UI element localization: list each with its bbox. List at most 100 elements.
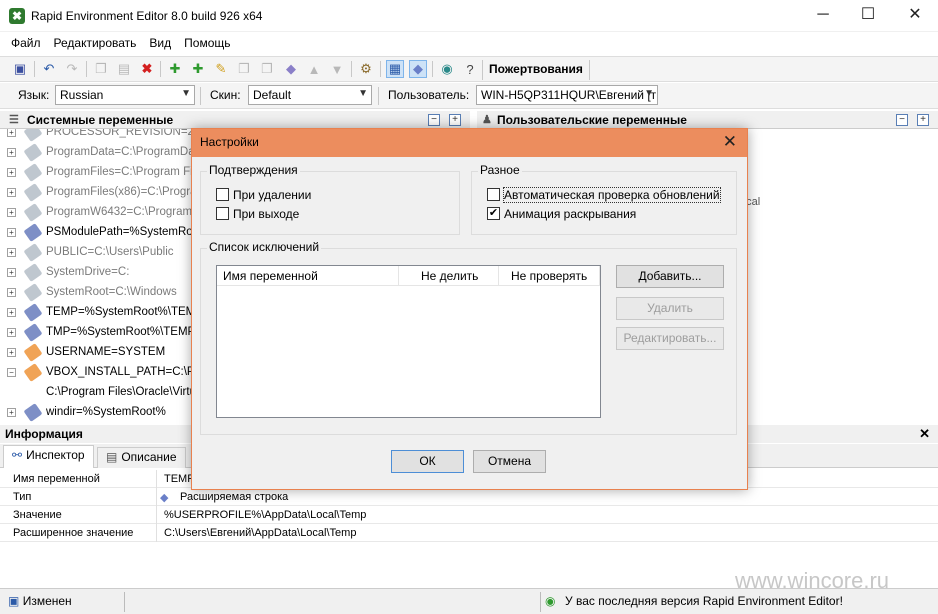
cancel-button[interactable]: Отмена <box>473 450 546 473</box>
tree-item[interactable]: − VBOX_INSTALL_PATH=C:\Program Files\Orac… <box>0 363 192 383</box>
tree-item[interactable]: + USERNAME=SYSTEM <box>0 343 192 363</box>
add-variable-icon[interactable]: ✚ <box>166 60 184 78</box>
undo-icon[interactable]: ↶ <box>40 60 58 78</box>
close-button[interactable]: ✕ <box>892 0 938 32</box>
tag-icon[interactable]: ◆ <box>282 60 300 78</box>
language-select[interactable]: Russian ▼ <box>55 85 195 105</box>
app-logo-icon: ✖ <box>9 7 25 24</box>
expand-toggle-icon[interactable]: + <box>7 308 16 317</box>
tab-description[interactable]: ▤ Описание <box>97 447 186 468</box>
menu-file[interactable]: Файл <box>0 36 49 50</box>
help-icon[interactable]: ? <box>461 60 479 78</box>
user-icon: ♟ <box>482 114 492 126</box>
expand-toggle-icon[interactable]: + <box>7 208 16 217</box>
expand-toggle-icon[interactable]: + <box>7 348 16 357</box>
expand-toggle-icon[interactable]: − <box>7 368 16 377</box>
tree-item[interactable]: + PROCESSOR_REVISION=2d07 <box>0 129 192 143</box>
delete-icon[interactable]: ✖ <box>138 60 156 78</box>
variable-tag-icon <box>23 283 43 302</box>
collapse-all-button[interactable]: − <box>428 114 440 126</box>
property-key: Расширенное значение <box>13 527 134 539</box>
dialog-close-button[interactable]: ✕ <box>723 132 737 152</box>
add-value-icon[interactable]: ✚ <box>189 60 207 78</box>
expand-toggle-icon[interactable]: + <box>7 288 16 297</box>
expand-toggle-icon[interactable]: + <box>7 148 16 157</box>
settings-gear-icon[interactable]: ⚙ <box>357 60 375 78</box>
info-panel-icon[interactable]: ▦ <box>386 60 404 78</box>
tag-view-icon[interactable]: ◆ <box>409 60 427 78</box>
tree-item[interactable]: + PSModulePath=%SystemRoot%\system32 <box>0 223 192 243</box>
globe-update-icon[interactable]: ◉ <box>438 60 456 78</box>
donate-button[interactable]: Пожертвования <box>482 60 590 80</box>
variable-tag-icon <box>23 263 43 282</box>
property-value: C:\Users\Евгений\AppData\Local\Temp <box>164 527 357 539</box>
tree-item[interactable]: + SystemDrive=C: <box>0 263 192 283</box>
move-down-icon: ▼ <box>330 61 344 77</box>
expand-toggle-icon[interactable]: + <box>7 268 16 277</box>
exclusions-list[interactable]: Имя переменной Не делить Не проверять <box>216 265 601 418</box>
add-button[interactable]: Добавить... <box>616 265 724 288</box>
maximize-button[interactable]: ☐ <box>845 0 891 32</box>
tree-item[interactable]: + TMP=%SystemRoot%\TEMP <box>0 323 192 343</box>
expand-toggle-icon[interactable]: + <box>7 408 16 417</box>
tree-item[interactable]: + PUBLIC=C:\Users\Public <box>0 243 192 263</box>
expand-toggle-icon[interactable]: + <box>7 228 16 237</box>
tree-item[interactable]: + ProgramFiles(x86)=C:\Program Files (x86… <box>0 183 192 203</box>
tree-item[interactable]: + TEMP=%SystemRoot%\TEMP <box>0 303 192 323</box>
tree-item-label: ProgramFiles(x86)=C:\Program Files (x86) <box>46 186 192 198</box>
globe-check-icon: ◉ <box>545 594 556 608</box>
expand-toggle-icon[interactable]: + <box>7 248 16 257</box>
expand-all-button[interactable]: + <box>449 114 461 126</box>
column-header-name[interactable]: Имя переменной <box>217 266 399 286</box>
checkbox-label: При удалении <box>233 188 312 202</box>
tree-item-label: SystemRoot=C:\Windows <box>46 286 177 298</box>
checkbox-label: При выходе <box>233 207 300 221</box>
update-status: ◉ У вас последняя версия Rapid Environmen… <box>545 594 843 608</box>
column-header-no-check[interactable]: Не проверять <box>499 266 600 286</box>
tree-item[interactable]: + ProgramFiles=C:\Program Files <box>0 163 192 183</box>
save-icon[interactable]: ▣ <box>11 60 29 78</box>
options-separator <box>200 87 201 105</box>
redo-icon: ↷ <box>66 61 78 76</box>
info-close-button[interactable]: ✕ <box>919 425 930 443</box>
variable-tag-icon <box>23 223 43 242</box>
tab-inspector[interactable]: ⚯ Инспектор <box>3 445 94 468</box>
expand-toggle-icon[interactable]: + <box>7 129 16 137</box>
ok-button[interactable]: ОК <box>391 450 464 473</box>
expand-toggle-icon[interactable]: + <box>7 168 16 177</box>
skin-select[interactable]: Default ▼ <box>248 85 372 105</box>
document-icon: ▤ <box>106 450 118 464</box>
options-bar: Язык: Russian ▼ Скин: Default ▼ Пользова… <box>0 83 938 109</box>
tree-item[interactable]: + ProgramW6432=C:\Program Files <box>0 203 192 223</box>
toolbar-separator <box>160 61 161 77</box>
tree-item[interactable]: + SystemRoot=C:\Windows <box>0 283 192 303</box>
tree-item-label: TEMP=%SystemRoot%\TEMP <box>46 306 192 318</box>
tree-item[interactable]: + ProgramData=C:\ProgramData <box>0 143 192 163</box>
column-divider <box>156 470 157 542</box>
user-select[interactable]: WIN-H5QP311HQUR\Евгений [т ▼ <box>476 85 658 105</box>
settings-dialog: Настройки ✕ Подтверждения При удалении П… <box>191 128 748 490</box>
dialog-title-bar: Настройки ✕ <box>192 129 747 157</box>
exclusions-title: Список исключений <box>207 240 322 254</box>
expand-all-button[interactable]: + <box>917 114 929 126</box>
expand-toggle-icon[interactable]: + <box>7 328 16 337</box>
collapse-all-button[interactable]: − <box>896 114 908 126</box>
checkmark-icon: ✔ <box>487 207 500 220</box>
tree-item[interactable]: C:\Program Files\Oracle\VirtualBox\ <box>0 383 192 403</box>
toolbar-separator <box>86 61 87 77</box>
tree-item[interactable]: + windir=%SystemRoot% <box>0 403 192 423</box>
edit-icon[interactable]: ✎ <box>212 60 230 78</box>
menu-view[interactable]: Вид <box>144 36 179 50</box>
tree-item-label: ProgramData=C:\ProgramData <box>46 146 192 158</box>
menu-help[interactable]: Помощь <box>179 36 238 50</box>
expand-toggle-icon[interactable]: + <box>7 188 16 197</box>
tree-item-label: PSModulePath=%SystemRoot%\system32 <box>46 226 192 238</box>
tab-inspector-label: Инспектор <box>26 448 85 462</box>
checkbox-box <box>216 188 229 201</box>
skin-value: Default <box>253 88 292 102</box>
language-value: Russian <box>60 88 104 102</box>
status-separator <box>124 592 125 612</box>
menu-edit[interactable]: Редактировать <box>49 36 145 50</box>
minimize-button[interactable]: ─ <box>800 0 846 32</box>
column-header-no-split[interactable]: Не делить <box>399 266 499 286</box>
